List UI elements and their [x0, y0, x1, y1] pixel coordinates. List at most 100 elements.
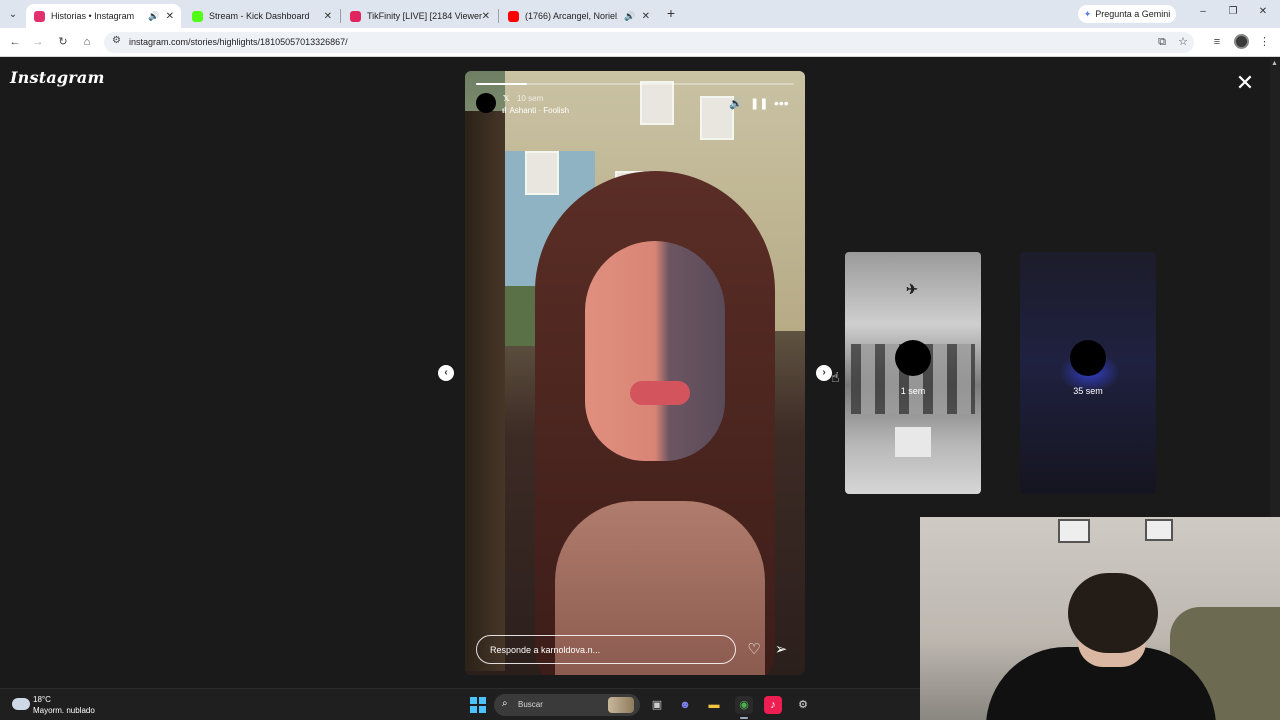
- teams-icon[interactable]: ☻: [676, 696, 694, 714]
- pause-icon[interactable]: ❚❚: [750, 97, 768, 110]
- file-explorer-icon[interactable]: ▬: [705, 696, 723, 714]
- gemini-sparkle-icon: ✦: [1083, 8, 1092, 19]
- weather-temperature[interactable]: 18°C: [33, 695, 51, 704]
- speaker-icon[interactable]: 🔊: [148, 11, 159, 22]
- story-progress-fill: [476, 83, 527, 85]
- plus-icon: +: [666, 5, 676, 21]
- story-image-lips: [630, 381, 690, 405]
- tiktok-icon[interactable]: ♪: [764, 696, 782, 714]
- screen: ⌄ Historias • Instagram 🔊 ✕ Stream - Kic…: [0, 0, 1280, 720]
- arrow-right-icon: →: [32, 36, 44, 48]
- webcam-image-frame: [1145, 519, 1173, 541]
- story-author-avatar[interactable]: [476, 93, 496, 113]
- story-author-name[interactable]: 𝕏: [503, 94, 509, 103]
- tab-separator: [498, 9, 499, 23]
- url-text: instagram.com/stories/highlights/1810505…: [129, 37, 348, 47]
- new-tab-button[interactable]: +: [664, 5, 678, 21]
- scrollbar[interactable]: ▲: [1270, 58, 1280, 518]
- minimize-icon[interactable]: –: [1196, 6, 1210, 17]
- taskbar-search[interactable]: ⌕ Buscar: [494, 694, 640, 716]
- taskbar-search-placeholder: Buscar: [518, 700, 543, 709]
- scroll-up-icon[interactable]: ▲: [1271, 60, 1278, 67]
- kick-favicon-icon: [192, 10, 203, 22]
- tikfinity-favicon-icon: [350, 10, 361, 22]
- webcam-image-hair: [1068, 573, 1158, 653]
- tab-instagram[interactable]: Historias • Instagram 🔊 ✕: [26, 4, 181, 28]
- bookmark-star-icon[interactable]: ☆: [1176, 35, 1190, 49]
- story-image-window: [525, 151, 559, 195]
- home-button[interactable]: ⌂: [80, 35, 94, 49]
- speaker-icon[interactable]: 🔊: [729, 97, 743, 110]
- close-tab-icon[interactable]: ✕: [324, 11, 332, 22]
- pointer-cursor-icon: ☝: [831, 369, 840, 385]
- previous-story-button[interactable]: ‹: [438, 365, 454, 381]
- reload-button[interactable]: ↻: [56, 35, 70, 49]
- close-tab-icon[interactable]: ✕: [642, 11, 650, 22]
- more-menu-icon[interactable]: ⋮: [1259, 35, 1270, 48]
- browser-toolbar: ← → ↻ ⌂ ⚙ instagram.com/stories/highligh…: [0, 28, 1280, 57]
- arrow-left-icon: ←: [9, 36, 21, 48]
- home-icon: ⌂: [83, 36, 91, 48]
- tab-search-button[interactable]: ⌄: [4, 5, 22, 23]
- next-story-button[interactable]: ›: [816, 365, 832, 381]
- story-preview[interactable]: 35 sem: [1020, 252, 1156, 494]
- music-bars-icon: ıl: [502, 106, 507, 115]
- instagram-logo[interactable]: Instagram: [10, 68, 105, 87]
- story-image-face: [585, 241, 725, 461]
- story-card[interactable]: 𝕏 10 sem ıl Ashanti · Foolish 🔊 ❚❚ ••• Re…: [465, 71, 805, 675]
- story-music-label: Ashanti · Foolish: [509, 106, 570, 115]
- chevron-down-icon: ⌄: [8, 8, 18, 20]
- search-highlight-icon: [608, 697, 634, 713]
- tab-tikfinity[interactable]: TikFinity [LIVE] [2184 Viewers] ✕: [342, 4, 497, 28]
- preview-avatar: [1070, 340, 1106, 376]
- site-info-icon[interactable]: ⚙: [112, 35, 121, 46]
- tab-title: Stream - Kick Dashboard: [209, 11, 310, 21]
- task-view-icon[interactable]: ▣: [648, 696, 666, 714]
- reload-icon: ↻: [58, 36, 68, 48]
- cloud-icon[interactable]: [12, 698, 30, 710]
- tab-title: Historias • Instagram: [51, 11, 135, 21]
- preview-image-mat: [895, 427, 931, 457]
- heart-icon[interactable]: ♡: [745, 640, 763, 658]
- reply-input[interactable]: Responde a karnoldova.n...: [476, 635, 736, 664]
- more-icon[interactable]: •••: [774, 95, 789, 111]
- reading-list-icon[interactable]: ≡: [1210, 35, 1224, 49]
- restore-icon[interactable]: ❐: [1226, 6, 1240, 17]
- instagram-favicon-icon: [34, 10, 45, 22]
- windows-start-icon[interactable]: [470, 697, 486, 713]
- reply-placeholder: Responde a karnoldova.n...: [490, 645, 601, 655]
- webcam-overlay: [920, 517, 1280, 720]
- story-time-ago: 10 sem: [517, 94, 544, 103]
- story-progress-bar: [476, 83, 794, 85]
- install-app-icon[interactable]: ⧉: [1155, 35, 1169, 49]
- app-icon[interactable]: ⚙: [794, 696, 812, 714]
- close-icon[interactable]: ✕: [1234, 72, 1256, 94]
- windows-taskbar: 18°C Mayorm. nublado ⌕ Buscar ▣ ☻ ▬ ◉ ♪ …: [0, 688, 920, 720]
- tab-title: (1766) Arcangel, Noriel, Far: [525, 11, 619, 21]
- forward-button[interactable]: →: [31, 35, 45, 49]
- story-music[interactable]: ıl Ashanti · Foolish: [502, 106, 569, 115]
- tab-youtube[interactable]: (1766) Arcangel, Noriel, Far 🔊 ✕: [500, 4, 657, 28]
- youtube-favicon-icon: [508, 10, 519, 22]
- gemini-button[interactable]: ✦ Pregunta a Gemini: [1078, 5, 1176, 23]
- weather-description[interactable]: Mayorm. nublado: [33, 706, 95, 715]
- close-window-icon[interactable]: ✕: [1256, 6, 1270, 17]
- chrome-icon[interactable]: ◉: [735, 696, 753, 719]
- story-image-window: [640, 81, 674, 125]
- gemini-label: Pregunta a Gemini: [1095, 9, 1171, 19]
- speaker-icon[interactable]: 🔊: [624, 11, 635, 22]
- close-tab-icon[interactable]: ✕: [166, 11, 174, 22]
- story-preview[interactable]: ✈ 1 sem: [845, 252, 981, 494]
- address-bar[interactable]: ⚙ instagram.com/stories/highlights/18105…: [104, 32, 1194, 53]
- tab-kick-dashboard[interactable]: Stream - Kick Dashboard ✕: [184, 4, 339, 28]
- chevron-right-icon: ›: [822, 367, 826, 378]
- search-icon: ⌕: [502, 698, 508, 709]
- tab-separator: [340, 9, 341, 23]
- story-image-tree: [465, 111, 505, 671]
- close-tab-icon[interactable]: ✕: [482, 11, 490, 22]
- back-button[interactable]: ←: [8, 35, 22, 49]
- send-icon[interactable]: ➢: [772, 640, 790, 658]
- tab-title: TikFinity [LIVE] [2184 Viewers]: [367, 11, 482, 21]
- profile-avatar[interactable]: [1234, 34, 1249, 49]
- preview-time-label: 35 sem: [1073, 386, 1103, 396]
